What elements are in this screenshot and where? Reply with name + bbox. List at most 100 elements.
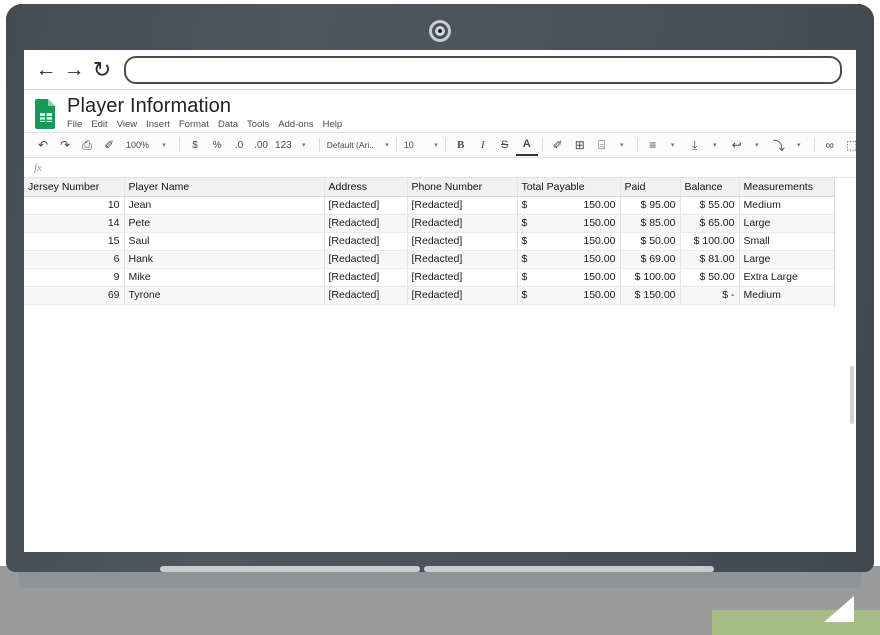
italic-button[interactable]: I (472, 135, 494, 155)
cell-balance[interactable]: $ - (680, 286, 740, 305)
cell-phone-number[interactable]: [Redacted] (407, 232, 518, 251)
decrease-decimal-icon[interactable]: .0 (228, 135, 250, 155)
cell-measurements[interactable]: Small (739, 232, 835, 251)
percent-format-icon[interactable]: % (206, 135, 228, 155)
menu-item-insert[interactable]: Insert (146, 120, 170, 130)
borders-icon[interactable]: ⊞ (569, 135, 591, 155)
undo-icon[interactable]: ↶ (32, 135, 54, 155)
back-arrow-icon[interactable]: ← (32, 56, 60, 84)
menu-item-view[interactable]: View (117, 120, 137, 130)
cell-player-name[interactable]: Mike (124, 268, 325, 287)
address-bar-input[interactable] (124, 55, 842, 84)
print-icon[interactable]: ⎙ (76, 135, 98, 155)
cell-phone-number[interactable]: [Redacted] (407, 286, 518, 305)
column-header-jersey-number[interactable]: Jersey Number (24, 178, 125, 197)
cell-total-payable[interactable]: $ 150.00 (517, 268, 621, 287)
cell-address[interactable]: [Redacted] (324, 196, 408, 215)
horizontal-align-icon[interactable]: ≡ (642, 135, 664, 155)
cell-address[interactable]: [Redacted] (324, 250, 408, 269)
insert-link-icon[interactable]: ∞ (819, 135, 841, 155)
bold-button[interactable]: B (450, 135, 472, 155)
forward-arrow-icon[interactable]: → (60, 56, 88, 84)
column-header-paid[interactable]: Paid (620, 178, 681, 197)
cell-balance[interactable]: $ 81.00 (680, 250, 740, 269)
cell-measurements[interactable]: Extra Large (739, 268, 835, 287)
menu-item-data[interactable]: Data (218, 120, 238, 130)
cell-phone-number[interactable]: [Redacted] (407, 250, 518, 269)
formula-bar[interactable]: fx (24, 158, 856, 178)
cell-jersey-number[interactable]: 9 (24, 268, 125, 287)
cell-balance[interactable]: $ 55.00 (680, 196, 740, 215)
reload-icon[interactable]: ↻ (88, 56, 116, 84)
font-family-selector[interactable]: Default (Ari.. ▾ (324, 135, 392, 155)
more-formats-chevron-down-icon[interactable]: ▾ (295, 135, 315, 155)
menu-item-file[interactable]: File (67, 120, 82, 130)
increase-decimal-icon[interactable]: .00 (250, 135, 272, 155)
currency-format-icon[interactable]: $ (184, 135, 206, 155)
cell-address[interactable]: [Redacted] (324, 286, 408, 305)
menu-item-help[interactable]: Help (323, 120, 343, 130)
cell-paid[interactable]: $ 100.00 (620, 268, 681, 287)
fill-color-icon[interactable]: ✐ (547, 135, 569, 155)
cell-balance[interactable]: $ 100.00 (680, 232, 740, 251)
cell-jersey-number[interactable]: 6 (24, 250, 125, 269)
cell-total-payable[interactable]: $ 150.00 (517, 250, 621, 269)
text-wrap-icon[interactable]: ↩ (726, 135, 748, 155)
vertical-align-icon[interactable]: ⤓ (684, 135, 706, 155)
cell-paid[interactable]: $ 95.00 (620, 196, 681, 215)
cell-measurements[interactable]: Large (739, 214, 835, 233)
cell-paid[interactable]: $ 50.00 (620, 232, 681, 251)
cell-total-payable[interactable]: $ 150.00 (517, 214, 621, 233)
wrap-chevron-down-icon[interactable]: ▾ (748, 135, 768, 155)
cell-address[interactable]: [Redacted] (324, 232, 408, 251)
document-title[interactable]: Player Information (67, 96, 342, 116)
menu-item-addons[interactable]: Add-ons (278, 120, 313, 130)
text-rotation-icon[interactable]: ⤵ (768, 135, 790, 155)
more-formats-button[interactable]: 123 (272, 135, 295, 155)
merge-chevron-down-icon[interactable]: ▾ (613, 135, 633, 155)
cell-total-payable[interactable]: $ 150.00 (517, 196, 621, 215)
font-size-selector[interactable]: 10 ▾ (401, 135, 441, 155)
cell-player-name[interactable]: Pete (124, 214, 325, 233)
zoom-level-selector[interactable]: 100% (120, 135, 155, 155)
cell-balance[interactable]: $ 50.00 (680, 268, 740, 287)
cell-measurements[interactable]: Medium (739, 286, 835, 305)
column-header-balance[interactable]: Balance (680, 178, 740, 197)
redo-icon[interactable]: ↷ (54, 135, 76, 155)
cell-jersey-number[interactable]: 69 (24, 286, 125, 305)
cell-paid[interactable]: $ 69.00 (620, 250, 681, 269)
vertical-scrollbar[interactable] (850, 366, 854, 424)
cell-player-name[interactable]: Tyrone (124, 286, 325, 305)
cell-address[interactable]: [Redacted] (324, 268, 408, 287)
column-header-total-payable[interactable]: Total Payable (517, 178, 621, 197)
cell-phone-number[interactable]: [Redacted] (407, 196, 518, 215)
halign-chevron-down-icon[interactable]: ▾ (664, 135, 684, 155)
cell-total-payable[interactable]: $ 150.00 (517, 286, 621, 305)
valign-chevron-down-icon[interactable]: ▾ (706, 135, 726, 155)
menu-item-format[interactable]: Format (179, 120, 209, 130)
cell-paid[interactable]: $ 150.00 (620, 286, 681, 305)
column-header-address[interactable]: Address (324, 178, 408, 197)
cell-address[interactable]: [Redacted] (324, 214, 408, 233)
menu-item-tools[interactable]: Tools (247, 120, 269, 130)
cell-balance[interactable]: $ 65.00 (680, 214, 740, 233)
cell-paid[interactable]: $ 85.00 (620, 214, 681, 233)
zoom-chevron-down-icon[interactable]: ▾ (155, 135, 175, 155)
cell-measurements[interactable]: Large (739, 250, 835, 269)
column-header-measurements[interactable]: Measurements (739, 178, 835, 197)
cell-jersey-number[interactable]: 14 (24, 214, 125, 233)
cell-player-name[interactable]: Saul (124, 232, 325, 251)
cell-measurements[interactable]: Medium (739, 196, 835, 215)
paint-format-icon[interactable]: ✐ (98, 135, 120, 155)
cell-jersey-number[interactable]: 15 (24, 232, 125, 251)
merge-cells-icon[interactable]: ⌸ (591, 135, 613, 155)
cell-player-name[interactable]: Hank (124, 250, 325, 269)
column-header-phone-number[interactable]: Phone Number (407, 178, 518, 197)
rotation-chevron-down-icon[interactable]: ▾ (790, 135, 810, 155)
text-color-button[interactable]: A (515, 134, 538, 156)
cell-player-name[interactable]: Jean (124, 196, 325, 215)
strikethrough-button[interactable]: S (494, 135, 516, 155)
cell-phone-number[interactable]: [Redacted] (407, 214, 518, 233)
insert-comment-icon[interactable]: ⬚ (841, 135, 856, 155)
cell-jersey-number[interactable]: 10 (24, 196, 125, 215)
